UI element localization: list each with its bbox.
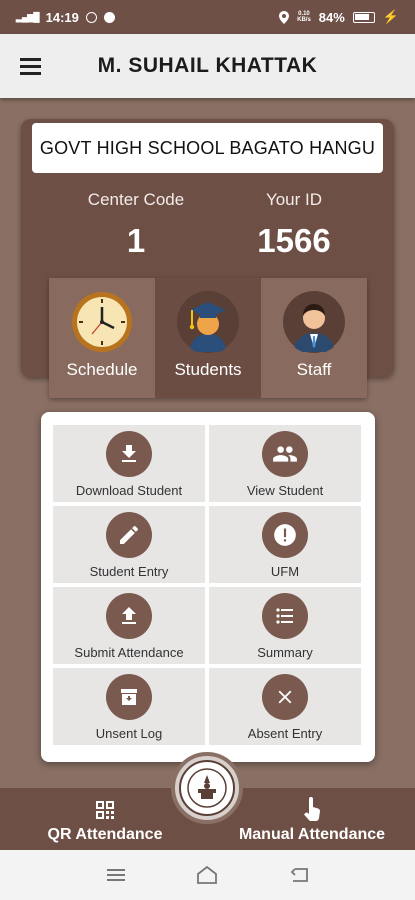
actions-card: Download Student View Student Student En… — [41, 412, 375, 762]
upload-icon — [106, 593, 152, 639]
center-code-label: Center Code — [87, 190, 185, 209]
back-nav-icon[interactable] — [287, 863, 311, 887]
your-id-value: 1566 — [257, 222, 331, 259]
net-speed-unit: KB/s — [297, 17, 311, 23]
student-entry-button[interactable]: Student Entry — [53, 506, 205, 583]
pencil-icon — [106, 512, 152, 558]
view-student-label: View Student — [246, 483, 324, 498]
close-icon — [262, 674, 308, 720]
tab-staff-label: Staff — [296, 360, 332, 379]
home-nav-icon[interactable] — [195, 863, 219, 887]
submit-attendance-button[interactable]: Submit Attendance — [53, 587, 205, 664]
qr-code-icon — [96, 801, 114, 819]
download-student-label: Download Student — [75, 483, 183, 498]
your-id-block: Your ID 1566 — [214, 190, 374, 260]
school-logo — [171, 752, 243, 824]
graduate-icon — [177, 291, 239, 353]
qr-attendance-label: QR Attendance — [47, 826, 163, 843]
alert-icon — [262, 512, 308, 558]
hamburger-menu-icon[interactable] — [0, 34, 56, 98]
battery-percent: 84% — [318, 9, 345, 25]
location-icon — [279, 10, 290, 24]
archive-icon — [106, 674, 152, 720]
summary-label: Summary — [257, 645, 313, 660]
tab-students[interactable]: Students — [155, 278, 261, 398]
absent-entry-button[interactable]: Absent Entry — [209, 668, 361, 745]
status-time: 14:19 — [45, 9, 79, 25]
absent-entry-label: Absent Entry — [247, 726, 323, 741]
battery-icon — [352, 11, 375, 23]
charging-icon: ⚡ — [382, 9, 399, 24]
signal-icon: ▂▄▆█ — [16, 11, 40, 22]
touch-icon — [304, 797, 320, 821]
ufm-label: UFM — [270, 564, 300, 579]
status-bar: ▂▄▆█ 14:19 0.10 KB/s 84% ⚡ — [0, 0, 415, 34]
ufm-button[interactable]: UFM — [209, 506, 361, 583]
center-code-value: 1 — [126, 222, 146, 259]
whatsapp-icon — [85, 11, 97, 23]
view-student-button[interactable]: View Student — [209, 425, 361, 502]
qr-attendance-button[interactable]: QR Attendance — [40, 788, 170, 850]
system-nav-bar — [0, 850, 415, 900]
your-id-label: Your ID — [265, 190, 323, 209]
summary-button[interactable]: Summary — [209, 587, 361, 664]
download-icon — [106, 431, 152, 477]
actions-grid: Download Student View Student Student En… — [53, 425, 363, 745]
category-tabs: Schedule Students Staff — [49, 278, 367, 398]
staff-icon — [283, 291, 345, 353]
tab-schedule[interactable]: Schedule — [49, 278, 155, 398]
page-title: M. SUHAIL KHATTAK — [97, 54, 318, 77]
manual-attendance-label: Manual Attendance — [238, 826, 386, 843]
school-name: GOVT HIGH SCHOOL BAGATO HANGU — [32, 123, 383, 173]
app-bar: M. SUHAIL KHATTAK — [0, 34, 415, 98]
unsent-log-button[interactable]: Unsent Log — [53, 668, 205, 745]
manual-attendance-button[interactable]: Manual Attendance — [237, 788, 387, 850]
tab-students-label: Students — [174, 360, 242, 379]
people-icon — [262, 431, 308, 477]
unsent-log-label: Unsent Log — [95, 726, 163, 741]
chat-icon — [103, 11, 115, 23]
menu-nav-icon[interactable] — [104, 863, 128, 887]
center-code-block: Center Code 1 — [56, 190, 216, 260]
list-icon — [262, 593, 308, 639]
net-speed: 0.10 KB/s — [297, 11, 311, 23]
clock-icon — [72, 292, 132, 352]
tab-schedule-label: Schedule — [66, 360, 138, 379]
download-student-button[interactable]: Download Student — [53, 425, 205, 502]
student-entry-label: Student Entry — [89, 564, 169, 579]
submit-attendance-label: Submit Attendance — [74, 645, 184, 660]
tab-staff[interactable]: Staff — [261, 278, 367, 398]
